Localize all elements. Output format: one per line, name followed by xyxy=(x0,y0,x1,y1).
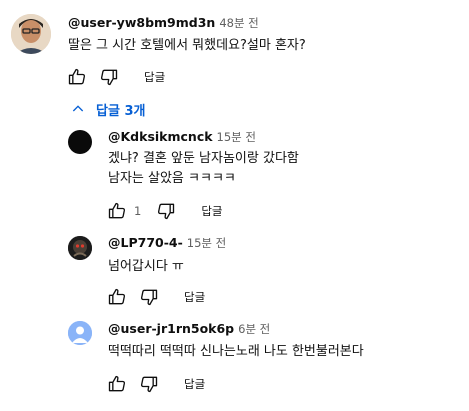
thumbs-up-icon xyxy=(108,288,126,305)
thumbs-down-icon xyxy=(140,289,158,306)
reply-comment: @Kdksikmcnck 15분 전 겠냐? 결혼 앞둔 남자놈이랑 갔다함 남자… xyxy=(0,122,469,222)
comment-header: @LP770-4- 15분 전 xyxy=(108,235,226,251)
thumbs-down-icon xyxy=(158,203,175,220)
comment-text: 떡떡따리 떡떡따 신나는노래 나도 한번불러본다 xyxy=(108,344,364,359)
user-photo-icon xyxy=(11,14,51,54)
reply-button[interactable]: 답글 xyxy=(201,203,222,219)
reply-button[interactable]: 답글 xyxy=(184,289,205,305)
comment-header: @Kdksikmcnck 15분 전 xyxy=(108,129,256,145)
avatar[interactable] xyxy=(11,14,51,54)
avatar[interactable] xyxy=(68,236,92,260)
comment-author[interactable]: @Kdksikmcnck xyxy=(108,129,213,144)
game-character-icon xyxy=(68,236,92,260)
comment-actions: 답글 xyxy=(66,65,165,89)
thumbs-down-icon xyxy=(140,376,158,393)
like-count: 1 xyxy=(134,204,142,218)
like-button[interactable] xyxy=(106,373,128,395)
comment-header: @user-yw8bm9md3n 48분 전 xyxy=(68,15,259,31)
avatar[interactable] xyxy=(68,321,92,345)
reply-comment: @user-jr1rn5ok6p 6분 전 떡떡따리 떡떡따 신나는노래 나도 한… xyxy=(0,313,469,411)
reply-button[interactable]: 답글 xyxy=(144,69,165,85)
comment-actions: 답글 xyxy=(106,372,205,396)
dislike-button[interactable] xyxy=(155,200,177,222)
thumbs-up-icon xyxy=(108,202,126,219)
thumbs-up-icon xyxy=(108,375,126,392)
reply-button[interactable]: 답글 xyxy=(184,376,205,392)
comment-timestamp[interactable]: 6분 전 xyxy=(238,322,270,336)
comment-author[interactable]: @user-yw8bm9md3n xyxy=(68,15,215,30)
thumbs-up-icon xyxy=(68,68,86,85)
like-button[interactable] xyxy=(106,200,128,222)
replies-toggle-button[interactable]: 답글 3개 xyxy=(70,99,145,119)
comment-timestamp[interactable]: 48분 전 xyxy=(219,16,258,30)
comment-text: 겠냐? 결혼 앞둔 남자놈이랑 갔다함 남자는 살았음 ㅋㅋㅋㅋ xyxy=(108,151,299,186)
comment-text: 딸은 그 시간 호텔에서 뭐했데요?설마 혼자? xyxy=(68,38,306,53)
dislike-button[interactable] xyxy=(138,373,160,395)
comment-timestamp[interactable]: 15분 전 xyxy=(187,236,226,250)
chevron-up-icon xyxy=(72,105,84,112)
thumbs-down-icon xyxy=(100,69,118,86)
comment-author[interactable]: @user-jr1rn5ok6p xyxy=(108,321,234,336)
like-button[interactable] xyxy=(106,286,128,308)
like-button[interactable] xyxy=(66,66,88,88)
avatar[interactable] xyxy=(68,130,92,154)
dislike-button[interactable] xyxy=(98,66,120,88)
comment-actions: 답글 xyxy=(106,285,205,309)
top-comment: @user-yw8bm9md3n 48분 전 딸은 그 시간 호텔에서 뭐했데요?… xyxy=(0,0,469,100)
reply-comment: @LP770-4- 15분 전 넘어갑시다 ㅠ 답글 xyxy=(0,228,469,313)
comment-actions: 1 답글 xyxy=(106,199,223,223)
comment-timestamp[interactable]: 15분 전 xyxy=(217,130,256,144)
default-user-icon xyxy=(68,321,92,345)
comment-text: 넘어갑시다 ㅠ xyxy=(108,259,184,274)
dislike-button[interactable] xyxy=(138,286,160,308)
comment-header: @user-jr1rn5ok6p 6분 전 xyxy=(108,321,270,337)
comment-author[interactable]: @LP770-4- xyxy=(108,235,183,250)
replies-count-label: 답글 3개 xyxy=(96,103,146,119)
